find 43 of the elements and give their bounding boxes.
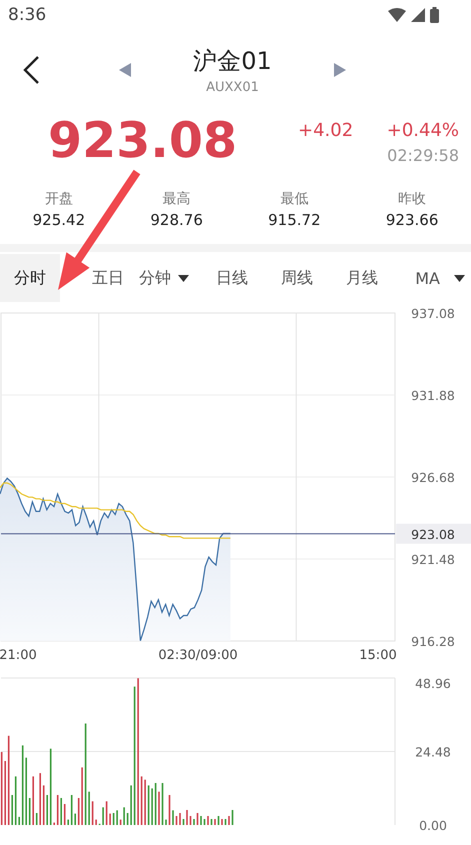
status-time: 8:36 [8,5,46,25]
axis-label: 48.96 [415,676,451,691]
period-tab[interactable]: 五日 [92,266,124,290]
instrument-title: 沪金01 [193,46,272,77]
axis-label: 21:00 [0,648,37,663]
quote-time: 02:29:58 [387,146,459,165]
axis-label: 02:30/09:00 [158,648,238,663]
price-change: +4.02 [298,120,354,141]
stat-value: 928.76 [150,211,203,229]
caret-icon [454,274,465,282]
axis-label: 937.08 [411,306,455,321]
axis-label: 926.68 [411,470,455,485]
instrument-code: AUXX01 [206,80,259,95]
current-price-label: 923.08 [396,524,471,544]
back-icon[interactable] [22,55,42,85]
axis-label: 24.48 [415,744,451,760]
stat-label: 最高 [162,190,191,208]
caret-icon [178,274,189,282]
axis-label: 921.48 [411,552,455,567]
stat-label: 昨收 [398,190,426,208]
axis-label: 0.00 [419,818,447,833]
period-tab[interactable]: 周线 [281,266,313,290]
last-price: 923.08 [48,112,238,169]
period-tab[interactable]: MA [415,266,471,290]
signal-icon [411,8,425,22]
axis-label: 931.88 [411,388,455,403]
next-icon[interactable] [334,63,346,77]
period-tab[interactable]: 分时 [0,254,60,302]
axis-label: 15:00 [359,648,397,663]
period-tab[interactable]: 日线 [216,266,248,290]
wifi-icon [388,8,406,22]
stat-value: 915.72 [268,211,321,229]
percent-change: +0.44% [386,120,459,141]
stat-value: 925.42 [32,211,86,229]
stat-value: 923.66 [386,211,438,229]
axis-label: 916.28 [411,634,455,649]
stat-label: 开盘 [44,190,73,208]
stat-label: 最低 [280,190,308,208]
previous-icon[interactable] [119,63,132,77]
period-tab[interactable]: 分钟 [139,266,189,290]
period-tab[interactable]: 月线 [346,266,378,290]
ref-line-label: 923.08 [411,526,455,542]
battery-icon [430,7,439,23]
